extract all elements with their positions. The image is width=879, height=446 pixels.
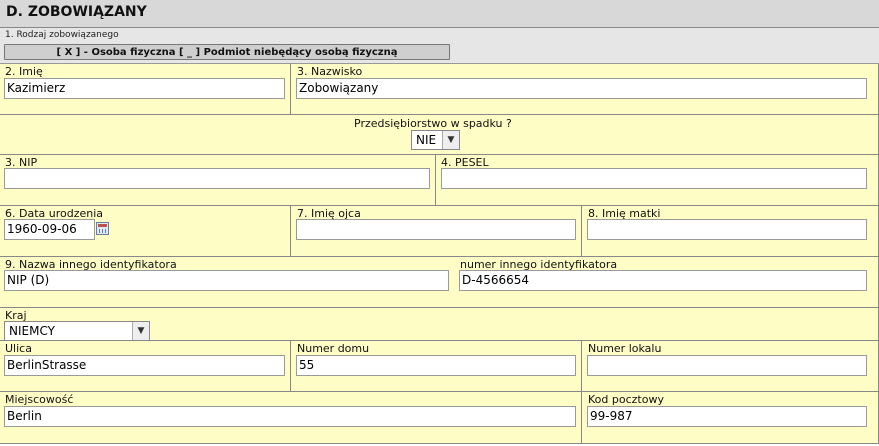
section-title: D. ZOBOWIĄZANY bbox=[6, 4, 147, 20]
street-label: Ulica bbox=[5, 342, 32, 355]
last-name-label: 3. Nazwisko bbox=[297, 65, 363, 78]
nip-input[interactable] bbox=[4, 168, 430, 189]
city-input[interactable]: Berlin bbox=[4, 406, 576, 427]
inheritance-value: NIE bbox=[416, 133, 437, 147]
other-id-name-input[interactable]: NIP (D) bbox=[4, 270, 449, 291]
last-name-input[interactable]: Zobowiązany bbox=[296, 78, 867, 99]
birth-date-input[interactable]: 1960-09-06 bbox=[4, 219, 95, 240]
country-select[interactable]: NIEMCY ▼ bbox=[4, 321, 150, 341]
calendar-icon[interactable] bbox=[96, 222, 109, 235]
inheritance-label: Przedsiębiorstwo w spadku ? bbox=[354, 117, 512, 130]
city-label: Miejscowość bbox=[5, 393, 74, 406]
street-input[interactable]: BerlinStrasse bbox=[4, 355, 285, 376]
person-type-toggle-button[interactable]: [ X ] - Osoba fizyczna [ _ ] Podmiot nie… bbox=[4, 44, 450, 60]
chevron-down-icon: ▼ bbox=[132, 322, 149, 340]
type-label: 1. Rodzaj zobowiązanego bbox=[5, 30, 119, 40]
apartment-number-label: Numer lokalu bbox=[588, 342, 662, 355]
postal-code-label: Kod pocztowy bbox=[588, 393, 664, 406]
first-name-label: 2. Imię bbox=[5, 65, 43, 78]
country-value: NIEMCY bbox=[9, 324, 55, 338]
inheritance-select[interactable]: NIE ▼ bbox=[411, 130, 460, 150]
apartment-number-input[interactable] bbox=[587, 355, 867, 376]
house-number-label: Numer domu bbox=[297, 342, 370, 355]
section-header: D. ZOBOWIĄZANY bbox=[0, 0, 879, 28]
house-number-input[interactable]: 55 bbox=[296, 355, 576, 376]
postal-code-input[interactable]: 99-987 bbox=[587, 406, 867, 427]
chevron-down-icon: ▼ bbox=[442, 131, 459, 149]
mother-name-input[interactable] bbox=[587, 219, 867, 240]
other-id-number-input[interactable]: D-4566654 bbox=[459, 270, 867, 291]
father-name-input[interactable] bbox=[296, 219, 576, 240]
pesel-input[interactable] bbox=[441, 168, 867, 189]
first-name-input[interactable]: Kazimierz bbox=[4, 78, 285, 99]
